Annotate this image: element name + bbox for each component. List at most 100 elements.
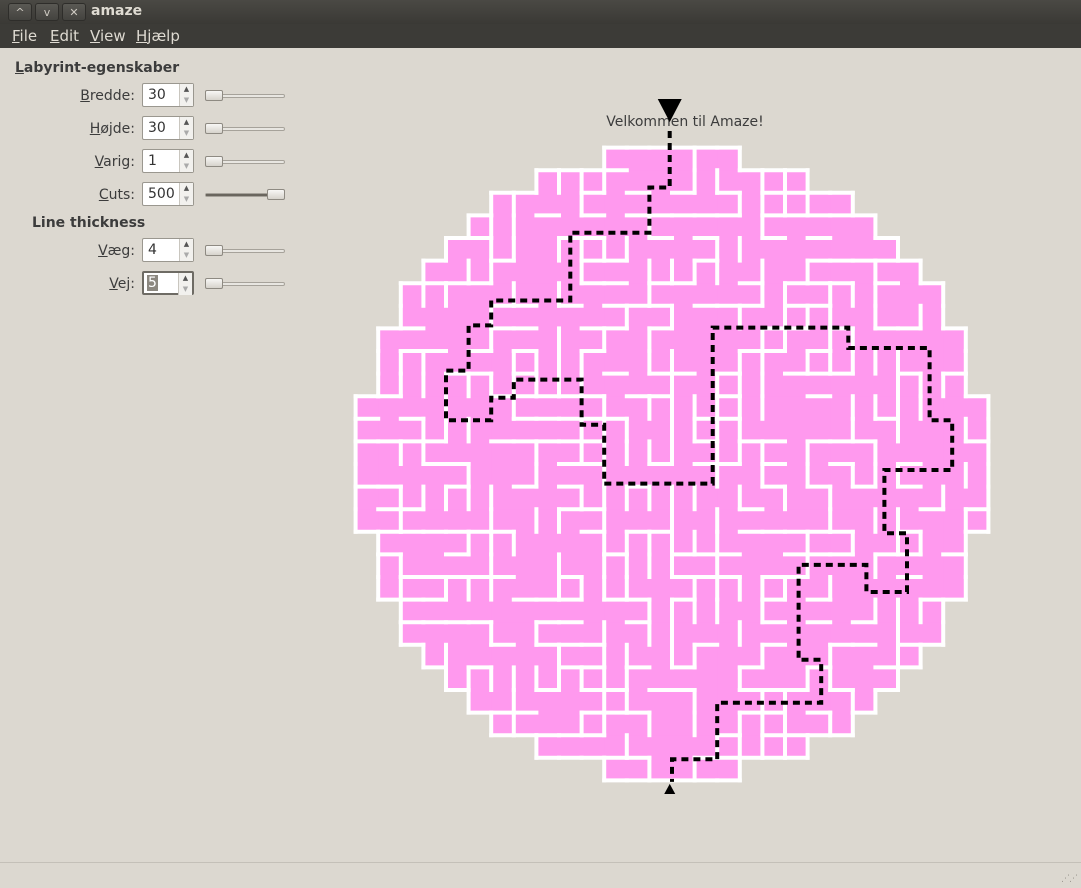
path-increment-icon[interactable]: ▲ [179,273,192,284]
maze-cell [536,441,560,465]
maze-cell [898,599,922,623]
maze-cell [400,531,424,555]
maze-cell [920,577,944,601]
maze-cell [717,735,741,759]
slider-knob[interactable] [205,278,223,289]
maze-cell [807,509,831,533]
maze-cell [581,351,605,375]
wall-decrement-icon[interactable]: ▼ [180,250,193,261]
maze-cell [807,396,831,420]
maze-cell [898,396,922,420]
height-increment-icon[interactable]: ▲ [180,117,193,128]
maze-cell [694,577,718,601]
maximize-button[interactable]: v [35,3,59,21]
maze-cell [898,441,922,465]
maze-cell [830,238,854,262]
maze-cell [762,554,786,578]
maze-cell [446,644,470,668]
menu-view[interactable]: View [90,27,126,45]
maze-cell [513,238,537,262]
maze-cell [626,644,650,668]
maze-canvas[interactable] [330,94,1000,794]
height-spinbox[interactable]: 30 ▲ ▼ [142,116,194,140]
maze-cell [423,644,447,668]
maze-cell [785,712,809,736]
maze-cell [581,690,605,714]
path-value: 5 [147,275,158,291]
maze-cell [423,373,447,397]
properties-heading: Labyrint-egenskaber [15,60,180,76]
wall-spinbox[interactable]: 4 ▲ ▼ [142,238,194,262]
maze-cell [513,690,537,714]
varig-decrement-icon[interactable]: ▼ [180,161,193,172]
maze-cell [830,599,854,623]
wall-increment-icon[interactable]: ▲ [180,239,193,250]
maze-cell [581,283,605,307]
varig-increment-icon[interactable]: ▲ [180,150,193,161]
maze-cell [785,644,809,668]
close-button[interactable]: ✕ [62,3,86,21]
maze-cell [739,170,763,194]
maze-cell [852,622,876,646]
maze-cell [468,667,492,691]
maze-cell [400,418,424,442]
maze-cell [604,351,628,375]
menu-file[interactable]: File [12,27,37,45]
maze-cell [694,260,718,284]
maze-cell [604,599,628,623]
maze-cell [581,418,605,442]
maze-cell [830,215,854,239]
maze-cell [943,509,967,533]
varig-value: 1 [148,153,157,169]
maze-cell [920,373,944,397]
maze-cell [378,509,402,533]
width-spinbox[interactable]: 30 ▲ ▼ [142,83,194,107]
cuts-spinbox[interactable]: 500 ▲ ▼ [142,182,194,206]
width-increment-icon[interactable]: ▲ [180,84,193,95]
maze-cell [468,328,492,352]
maze-cell [807,328,831,352]
maze-cell [491,509,515,533]
maze-cell [468,577,492,601]
maze-cell [626,305,650,329]
cuts-decrement-icon[interactable]: ▼ [180,194,193,205]
maze-cell [378,351,402,375]
maze-cell [852,373,876,397]
slider-knob[interactable] [205,90,223,101]
height-decrement-icon[interactable]: ▼ [180,128,193,139]
maze-cell [536,486,560,510]
maze-cell [943,396,967,420]
maze-cell [400,509,424,533]
maze-cell [446,328,470,352]
path-spinbox[interactable]: 5 ▲ ▼ [142,271,194,295]
slider-knob[interactable] [205,123,223,134]
maze-cell [875,554,899,578]
maze-cell [513,509,537,533]
maze-cell [400,599,424,623]
maze-cell [694,509,718,533]
minimize-button[interactable]: ^ [8,3,32,21]
cuts-increment-icon[interactable]: ▲ [180,183,193,194]
maze-cell [491,577,515,601]
maze-cell [649,577,673,601]
maze-cell [694,531,718,555]
maze-cell [717,509,741,533]
width-decrement-icon[interactable]: ▼ [180,95,193,106]
maze-cell [785,396,809,420]
slider-knob[interactable] [205,245,223,256]
varig-spinbox[interactable]: 1 ▲ ▼ [142,149,194,173]
maze-cell [626,622,650,646]
maze-cell [491,418,515,442]
slider-knob[interactable] [267,189,285,200]
resize-grip-icon[interactable]: ⋰⋰ [1061,874,1078,884]
maze-cell [852,305,876,329]
maze-cell [762,396,786,420]
slider-knob[interactable] [205,156,223,167]
path-decrement-icon[interactable]: ▼ [179,284,192,295]
maze-cell [739,351,763,375]
maze-cell [649,192,673,216]
menu-help[interactable]: Hjælp [136,27,180,45]
maze-cell [559,735,583,759]
menu-edit[interactable]: Edit [50,27,79,45]
maze-cell [559,396,583,420]
